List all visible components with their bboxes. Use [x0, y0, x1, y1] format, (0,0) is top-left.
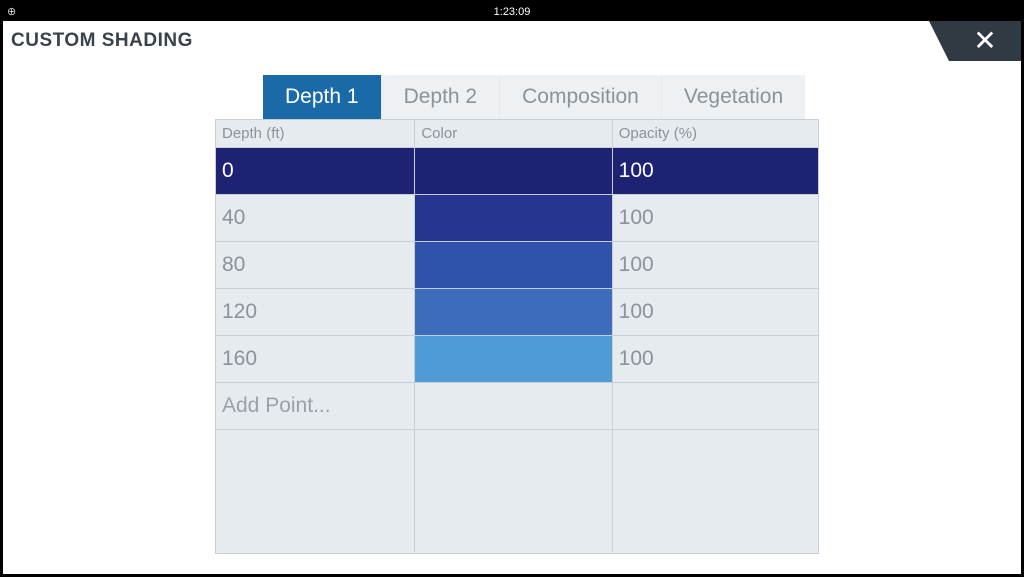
cell-depth[interactable]: 40 — [216, 195, 415, 242]
tab-depth-1[interactable]: Depth 1 — [263, 75, 382, 119]
status-time: 1:23:09 — [494, 6, 531, 18]
tab-vegetation[interactable]: Vegetation — [662, 75, 805, 119]
cell-depth[interactable]: 160 — [216, 336, 415, 383]
page-title: CUSTOM SHADING — [11, 30, 193, 52]
cell-color[interactable] — [415, 195, 612, 242]
color-swatch — [415, 242, 611, 288]
table-row[interactable]: 120 100 — [216, 289, 818, 336]
status-bar: ⊕ 1:23:09 — [3, 3, 1021, 21]
close-icon: ✕ — [973, 27, 996, 55]
close-button[interactable]: ✕ — [949, 21, 1021, 61]
cell-depth[interactable]: 120 — [216, 289, 415, 336]
tabs: Depth 1 Depth 2 Composition Vegetation — [263, 75, 1021, 119]
header-color: Color — [415, 120, 612, 148]
header-depth: Depth (ft) — [216, 120, 415, 148]
cell-opacity[interactable]: 100 — [613, 242, 818, 289]
add-point-opacity[interactable] — [613, 383, 818, 430]
table-row[interactable]: 160 100 — [216, 336, 818, 383]
table-row[interactable]: 0 100 — [216, 148, 818, 195]
add-point-color[interactable] — [415, 383, 612, 430]
shading-table: Depth (ft) Color Opacity (%) 0 100 40 10… — [215, 119, 819, 554]
tab-depth-2[interactable]: Depth 2 — [382, 75, 501, 119]
header-opacity: Opacity (%) — [613, 120, 818, 148]
table-header: Depth (ft) Color Opacity (%) — [216, 120, 818, 148]
cell-opacity[interactable]: 100 — [613, 289, 818, 336]
add-point-label[interactable]: Add Point... — [216, 383, 415, 430]
color-swatch — [415, 195, 611, 241]
table-spacer — [216, 430, 818, 552]
cell-opacity[interactable]: 100 — [613, 195, 818, 242]
globe-icon: ⊕ — [7, 5, 16, 18]
color-swatch — [415, 289, 611, 335]
cell-opacity[interactable]: 100 — [613, 336, 818, 383]
cell-opacity[interactable]: 100 — [613, 148, 818, 195]
table-row[interactable]: 40 100 — [216, 195, 818, 242]
cell-color[interactable] — [415, 242, 612, 289]
cell-color[interactable] — [415, 148, 612, 195]
color-swatch — [415, 336, 611, 382]
tab-composition[interactable]: Composition — [500, 75, 662, 119]
cell-color[interactable] — [415, 336, 612, 383]
color-swatch — [415, 148, 611, 194]
cell-color[interactable] — [415, 289, 612, 336]
cell-depth[interactable]: 0 — [216, 148, 415, 195]
add-point-row[interactable]: Add Point... — [216, 383, 818, 430]
cell-depth[interactable]: 80 — [216, 242, 415, 289]
table-row[interactable]: 80 100 — [216, 242, 818, 289]
